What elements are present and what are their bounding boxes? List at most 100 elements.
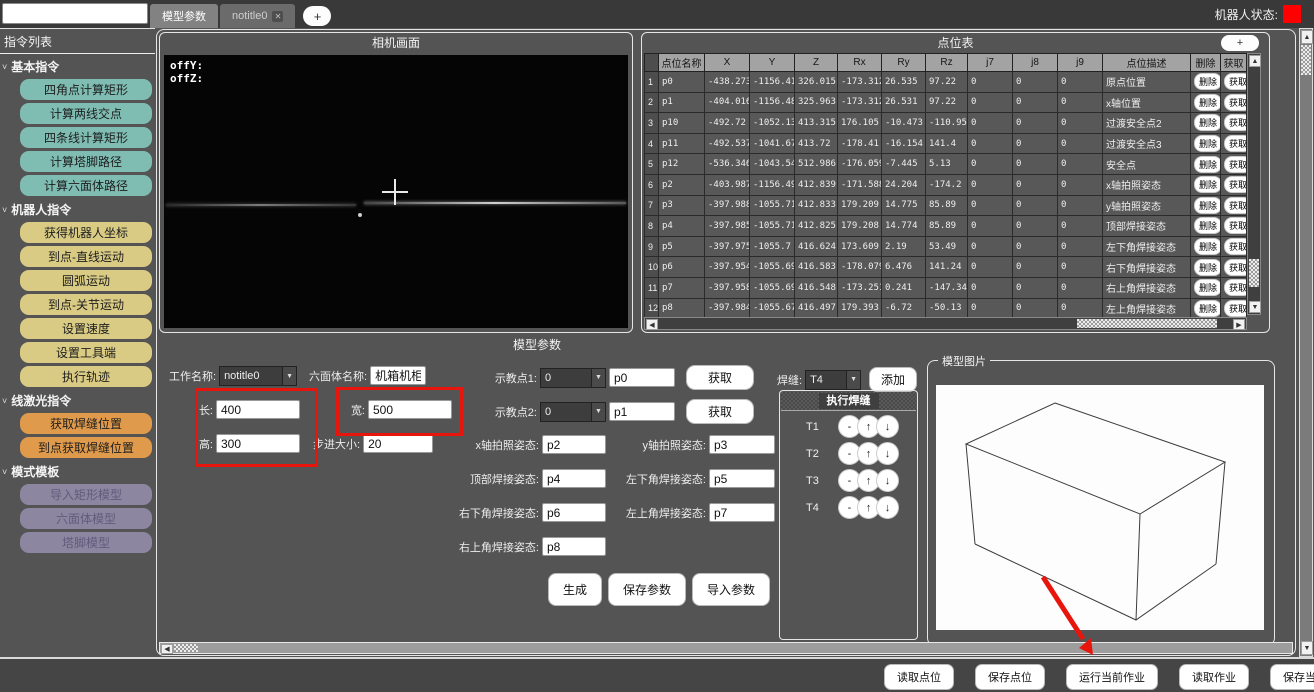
table-row[interactable]: 7p3-397.988-1055.71412.833179.20914.7758… [645,195,1247,216]
read-job-button[interactable]: 读取作业 [1179,664,1249,690]
scroll-left-icon[interactable]: ◀ [646,319,658,330]
get-button[interactable]: 获取 [1224,135,1247,152]
get-button[interactable]: 获取 [1224,156,1247,173]
import-params-button[interactable]: 导入参数 [692,573,770,606]
read-points-button[interactable]: 读取点位 [884,664,954,690]
weld-move-down-button[interactable]: ↓ [876,496,899,519]
get-button[interactable]: 获取 [1224,238,1247,255]
get-button[interactable]: 获取 [1224,300,1247,317]
weld-add-button[interactable]: 添加 [869,367,917,392]
sidebar-group-header[interactable]: ˅线激光指令 [0,388,155,411]
length-input[interactable] [216,400,300,419]
teach2-get-button[interactable]: 获取 [686,399,754,424]
get-button[interactable]: 获取 [1224,114,1247,131]
sidebar-group-header[interactable]: ˅机器人指令 [0,197,155,220]
sidebar-item[interactable]: 执行轨迹 [20,366,152,387]
run-current-job-button[interactable]: 运行当前作业 [1066,664,1158,690]
pose-input[interactable] [542,469,606,488]
delete-button[interactable]: 删除 [1194,279,1221,296]
table-row[interactable]: 9p5-397.975-1055.7416.624173.6092.1953.4… [645,236,1247,257]
table-row[interactable]: 6p2-403.987-1156.49412.839-171.58824.204… [645,174,1247,195]
delete-button[interactable]: 删除 [1194,300,1221,317]
sidebar-item[interactable]: 计算塔脚路径 [20,151,152,172]
delete-button[interactable]: 删除 [1194,156,1221,173]
scroll-down-icon[interactable]: ▼ [1301,641,1313,655]
work-name-select[interactable]: notitle0 ▼ [219,366,297,386]
delete-button[interactable]: 删除 [1194,73,1221,90]
scroll-down-icon[interactable]: ▼ [1249,301,1261,313]
teach1-get-button[interactable]: 获取 [686,365,754,390]
save-points-button[interactable]: 保存点位 [975,664,1045,690]
table-row[interactable]: 10p6-397.954-1055.69416.583-178.0796.476… [645,257,1247,278]
sidebar-item[interactable]: 获取焊缝位置 [20,413,152,434]
scroll-thumb[interactable] [1301,45,1311,75]
new-tab-button[interactable]: + [303,6,331,26]
get-button[interactable]: 获取 [1224,217,1247,234]
pose-input[interactable] [542,503,606,522]
sidebar-group-header[interactable]: ˅基本指令 [0,54,155,77]
main-horizontal-scrollbar[interactable]: ◀ [159,642,1293,654]
point-table-horizontal-scrollbar[interactable]: ◀ ▶ [644,317,1247,330]
pose-input[interactable] [542,435,606,454]
sidebar-item[interactable]: 塔脚模型 [20,532,152,553]
teach1-input[interactable] [609,368,675,387]
scroll-up-icon[interactable]: ▲ [1249,55,1261,67]
table-row[interactable]: 5p12-536.346-1043.54512.986-176.059-7.44… [645,154,1247,175]
teach1-select[interactable]: 0 ▼ [540,368,606,388]
get-button[interactable]: 获取 [1224,176,1247,193]
scroll-left-icon[interactable]: ◀ [161,644,173,654]
table-row[interactable]: 2p1-404.016-1156.48325.963-173.31226.531… [645,92,1247,113]
table-row[interactable]: 11p7-397.958-1055.69416.548-173.2510.241… [645,277,1247,298]
height-input[interactable] [216,434,300,453]
sidebar-item[interactable]: 六面体模型 [20,508,152,529]
sidebar-item[interactable]: 到点-关节运动 [20,294,152,315]
sidebar-item[interactable]: 到点-直线运动 [20,246,152,267]
table-row[interactable]: 8p4-397.985-1055.71412.825179.20814.7748… [645,216,1247,237]
sidebar-item[interactable]: 导入矩形模型 [20,484,152,505]
weld-move-down-button[interactable]: ↓ [876,415,899,438]
delete-button[interactable]: 删除 [1194,94,1221,111]
weld-select[interactable]: T4 ▼ [805,370,861,390]
delete-button[interactable]: 删除 [1194,259,1221,276]
add-point-button[interactable]: + [1221,35,1259,51]
table-row[interactable]: 4p11-492.537-1041.67413.72-178.41-16.154… [645,133,1247,154]
sidebar-item[interactable]: 四条线计算矩形 [20,127,152,148]
delete-button[interactable]: 删除 [1194,197,1221,214]
sidebar-item[interactable]: 设置工具端 [20,342,152,363]
sidebar-item[interactable]: 到点获取焊缝位置 [20,437,152,458]
table-row[interactable]: 12p8-397.984-1055.67416.497179.393-6.72-… [645,298,1247,319]
scroll-thumb[interactable] [174,644,198,652]
table-row[interactable]: 3p10-492.72-1052.13413.315176.105-10.473… [645,113,1247,134]
get-button[interactable]: 获取 [1224,197,1247,214]
weld-move-down-button[interactable]: ↓ [876,469,899,492]
pose-input[interactable] [709,469,775,488]
delete-button[interactable]: 删除 [1194,217,1221,234]
point-table-vertical-scrollbar[interactable]: ▲ ▼ [1247,53,1261,315]
tab-close-icon[interactable]: ✕ [272,11,283,22]
get-button[interactable]: 获取 [1224,259,1247,276]
teach2-input[interactable] [609,402,675,421]
weld-move-down-button[interactable]: ↓ [876,442,899,465]
pose-input[interactable] [709,435,775,454]
pose-input[interactable] [709,503,775,522]
save-current-job-button[interactable]: 保存当前作业 [1270,664,1314,690]
window-vertical-scrollbar[interactable]: ▲ ▼ [1299,28,1313,657]
delete-button[interactable]: 删除 [1194,238,1221,255]
get-button[interactable]: 获取 [1224,94,1247,111]
get-button[interactable]: 获取 [1224,73,1247,90]
scroll-up-icon[interactable]: ▲ [1301,30,1313,44]
generate-button[interactable]: 生成 [548,573,602,606]
command-filter-input[interactable] [2,3,148,24]
sidebar-item[interactable]: 获得机器人坐标 [20,222,152,243]
delete-button[interactable]: 删除 [1194,114,1221,131]
scroll-thumb[interactable] [1077,319,1217,328]
hexa-name-input[interactable] [370,366,426,385]
scroll-right-icon[interactable]: ▶ [1233,319,1245,330]
sidebar-item[interactable]: 计算六面体路径 [20,175,152,196]
sidebar-group-header[interactable]: ˅模式模板 [0,459,155,482]
tab-notitle0[interactable]: notitle0✕ [220,4,295,28]
table-row[interactable]: 1p0-438.273-1156.41326.015-173.31226.535… [645,72,1247,93]
tab-模型参数[interactable]: 模型参数 [150,4,218,28]
scroll-thumb[interactable] [1249,259,1259,287]
delete-button[interactable]: 删除 [1194,135,1221,152]
